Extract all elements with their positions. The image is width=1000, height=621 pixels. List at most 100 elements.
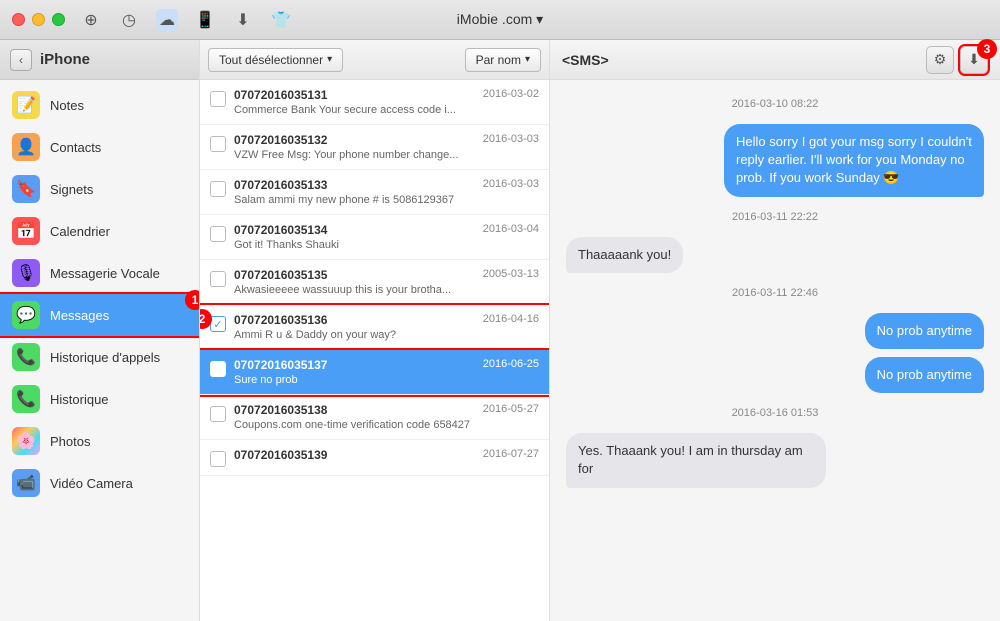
message-date: 2016-05-27 xyxy=(483,403,539,417)
titlebar: ⊕ ◷ ☁ 📱 ⬇ 👕 iMobie .com ▾ xyxy=(0,0,1000,40)
list-item[interactable]: ✓ 07072016035137 2016-06-25 Sure no prob xyxy=(200,350,549,395)
middle-panel: Tout désélectionner ▾ Par nom ▾ 07072016… xyxy=(200,40,550,621)
list-item[interactable]: 07072016035135 2005-03-13 Akwasieeeee wa… xyxy=(200,260,549,305)
sidebar-item-signets[interactable]: 🔖 Signets xyxy=(0,168,199,210)
message-preview: Commerce Bank Your secure access code i.… xyxy=(234,104,539,116)
message-checkbox[interactable] xyxy=(210,226,226,242)
sidebar-item-label: Messagerie Vocale xyxy=(50,266,160,281)
notes-icon: 📝 xyxy=(12,91,40,119)
message-preview: Akwasieeeee wassuuup this is your brotha… xyxy=(234,284,539,296)
history-icon: 📞 xyxy=(12,385,40,413)
photos-icon: 🌸 xyxy=(12,427,40,455)
message-header: 07072016035135 2005-03-13 xyxy=(234,268,539,282)
message-number: 07072016035134 xyxy=(234,223,327,237)
sidebar-item-label: Calendrier xyxy=(50,224,110,239)
right-header: <SMS> ⚙ ⬇ 3 xyxy=(550,40,1000,80)
phone-icon[interactable]: 📱 xyxy=(194,9,216,31)
sort-arrow-icon: ▾ xyxy=(525,54,530,65)
chat-message-sent: No prob anytime xyxy=(566,357,984,393)
message-date: 2016-04-16 xyxy=(483,313,539,327)
message-date: 2016-03-02 xyxy=(483,88,539,102)
message-content: 07072016035139 2016-07-27 xyxy=(234,448,539,464)
sidebar-item-calendar[interactable]: 📅 Calendrier xyxy=(0,210,199,252)
message-date: 2016-07-27 xyxy=(483,448,539,462)
chat-timestamp: 2016-03-11 22:22 xyxy=(566,211,984,223)
pin-icon[interactable]: ⊕ xyxy=(80,9,102,31)
message-header: 07072016035136 2016-04-16 xyxy=(234,313,539,327)
list-item[interactable]: 07072016035132 2016-03-03 VZW Free Msg: … xyxy=(200,125,549,170)
list-item[interactable]: 07072016035139 2016-07-27 xyxy=(200,440,549,476)
list-item[interactable]: 2 ✓ 07072016035136 2016-04-16 Ammi R u &… xyxy=(200,305,549,350)
minimize-button[interactable] xyxy=(32,13,45,26)
sidebar-item-history[interactable]: 📞 Historique xyxy=(0,378,199,420)
message-checkbox[interactable]: ✓ xyxy=(210,316,226,332)
message-checkbox[interactable] xyxy=(210,136,226,152)
message-content: 07072016035134 2016-03-04 Got it! Thanks… xyxy=(234,223,539,251)
message-preview: Salam ammi my new phone # is 5086129367 xyxy=(234,194,539,206)
sidebar-item-label: Historique xyxy=(50,392,109,407)
chat-area: 2016-03-10 08:22 Hello sorry I got your … xyxy=(550,80,1000,621)
sidebar-item-call-history[interactable]: 📞 Historique d'appels xyxy=(0,336,199,378)
cloud-icon[interactable]: ☁ xyxy=(156,9,178,31)
message-number: 07072016035131 xyxy=(234,88,327,102)
sort-button[interactable]: Par nom ▾ xyxy=(465,48,541,72)
message-checkbox[interactable] xyxy=(210,91,226,107)
message-content: 07072016035135 2005-03-13 Akwasieeeee wa… xyxy=(234,268,539,296)
call-history-icon: 📞 xyxy=(12,343,40,371)
shirt-icon[interactable]: 👕 xyxy=(270,9,292,31)
message-checkbox[interactable]: ✓ xyxy=(210,361,226,377)
message-header: 07072016035133 2016-03-03 xyxy=(234,178,539,192)
chat-bubble: Hello sorry I got your msg sorry I could… xyxy=(724,124,984,197)
signets-icon: 🔖 xyxy=(12,175,40,203)
message-date: 2016-06-25 xyxy=(483,358,539,372)
message-number: 07072016035138 xyxy=(234,403,327,417)
list-item[interactable]: 07072016035134 2016-03-04 Got it! Thanks… xyxy=(200,215,549,260)
chat-bubble: No prob anytime xyxy=(865,313,984,349)
message-header: 07072016035139 2016-07-27 xyxy=(234,448,539,462)
close-button[interactable] xyxy=(12,13,25,26)
sidebar-items-list: 📝 Notes 👤 Contacts 🔖 Signets 📅 Calendrie… xyxy=(0,80,199,621)
middle-toolbar: Tout désélectionner ▾ Par nom ▾ xyxy=(200,40,549,80)
chat-bubble: No prob anytime xyxy=(865,357,984,393)
sidebar-title: iPhone xyxy=(40,51,90,68)
message-preview: VZW Free Msg: Your phone number change..… xyxy=(234,149,539,161)
video-icon: 📹 xyxy=(12,469,40,497)
list-item[interactable]: 07072016035138 2016-05-27 Coupons.com on… xyxy=(200,395,549,440)
export-button[interactable]: ⬇ 3 xyxy=(960,46,988,74)
main-layout: ‹ iPhone 📝 Notes 👤 Contacts 🔖 Signets 📅 … xyxy=(0,40,1000,621)
chat-title: <SMS> xyxy=(562,52,609,68)
message-header: 07072016035138 2016-05-27 xyxy=(234,403,539,417)
sidebar-item-notes[interactable]: 📝 Notes xyxy=(0,84,199,126)
list-item[interactable]: 07072016035133 2016-03-03 Salam ammi my … xyxy=(200,170,549,215)
download-icon[interactable]: ⬇ xyxy=(232,9,254,31)
sidebar-item-label: Photos xyxy=(50,434,90,449)
list-item[interactable]: 07072016035131 2016-03-02 Commerce Bank … xyxy=(200,80,549,125)
deselect-all-button[interactable]: Tout désélectionner ▾ xyxy=(208,48,343,72)
chat-timestamp: 2016-03-10 08:22 xyxy=(566,98,984,110)
message-checkbox[interactable] xyxy=(210,451,226,467)
sidebar-item-label: Notes xyxy=(50,98,84,113)
message-checkbox[interactable] xyxy=(210,271,226,287)
sidebar-item-messages[interactable]: 💬 Messages 1 xyxy=(0,294,199,336)
message-number: 07072016035137 xyxy=(234,358,327,372)
sidebar-item-voicemail[interactable]: 🎙 Messagerie Vocale xyxy=(0,252,199,294)
window-controls xyxy=(12,13,65,26)
annotation-badge-3: 3 xyxy=(977,39,997,59)
message-preview: Sure no prob xyxy=(234,374,539,386)
chat-message-sent: No prob anytime xyxy=(566,313,984,349)
message-checkbox[interactable] xyxy=(210,181,226,197)
message-number: 07072016035132 xyxy=(234,133,327,147)
message-checkbox[interactable] xyxy=(210,406,226,422)
sidebar-item-photos[interactable]: 🌸 Photos xyxy=(0,420,199,462)
sidebar-item-contacts[interactable]: 👤 Contacts xyxy=(0,126,199,168)
back-button[interactable]: ‹ xyxy=(10,49,32,71)
sidebar-item-video[interactable]: 📹 Vidéo Camera xyxy=(0,462,199,504)
maximize-button[interactable] xyxy=(52,13,65,26)
calendar-icon: 📅 xyxy=(12,217,40,245)
clock-icon[interactable]: ◷ xyxy=(118,9,140,31)
voicemail-icon: 🎙 xyxy=(12,259,40,287)
settings-button[interactable]: ⚙ xyxy=(926,46,954,74)
sidebar-item-label: Contacts xyxy=(50,140,101,155)
messages-icon: 💬 xyxy=(12,301,40,329)
sidebar-item-label: Vidéo Camera xyxy=(50,476,133,491)
